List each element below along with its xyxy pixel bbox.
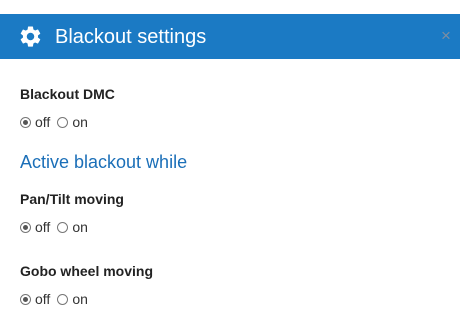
blackout-dmc-radio-group: off on [20,114,95,130]
dialog-titlebar: Blackout settings × [0,14,460,59]
active-blackout-heading: Active blackout while [20,152,188,172]
gobo-wheel-radio-group: off on [20,291,95,307]
close-icon[interactable]: × [441,27,451,45]
blackout-dmc-label: Blackout DMC [20,86,115,102]
blackout-settings-dialog: Blackout settings × Blackout DMC off on … [0,0,460,333]
gobo-wheel-on-radio[interactable] [57,293,69,305]
pan-tilt-on-option[interactable]: on [57,219,88,235]
blackout-dmc-on-option[interactable]: on [57,114,88,130]
dialog-title: Blackout settings [55,26,207,48]
pan-tilt-off-label: off [35,219,51,235]
gear-icon [20,26,41,47]
pan-tilt-on-label: on [72,219,88,235]
pan-tilt-label: Pan/Tilt moving [20,191,124,207]
gobo-wheel-on-label: on [72,291,88,307]
gobo-wheel-label: Gobo wheel moving [20,263,154,279]
blackout-dmc-on-label: on [72,114,88,130]
pan-tilt-radio-group: off on [20,219,95,235]
gobo-wheel-off-label: off [35,291,51,307]
blackout-dmc-on-radio[interactable] [57,116,69,128]
pan-tilt-off-option[interactable]: off [20,219,50,235]
gobo-wheel-off-radio[interactable] [20,293,31,305]
blackout-dmc-off-label: off [35,114,51,130]
blackout-dmc-off-option[interactable]: off [20,114,50,130]
pan-tilt-off-radio[interactable] [20,221,31,233]
gobo-wheel-off-option[interactable]: off [20,291,50,307]
pan-tilt-on-radio[interactable] [57,221,69,233]
gobo-wheel-on-option[interactable]: on [57,291,88,307]
blackout-dmc-off-radio[interactable] [20,116,31,128]
